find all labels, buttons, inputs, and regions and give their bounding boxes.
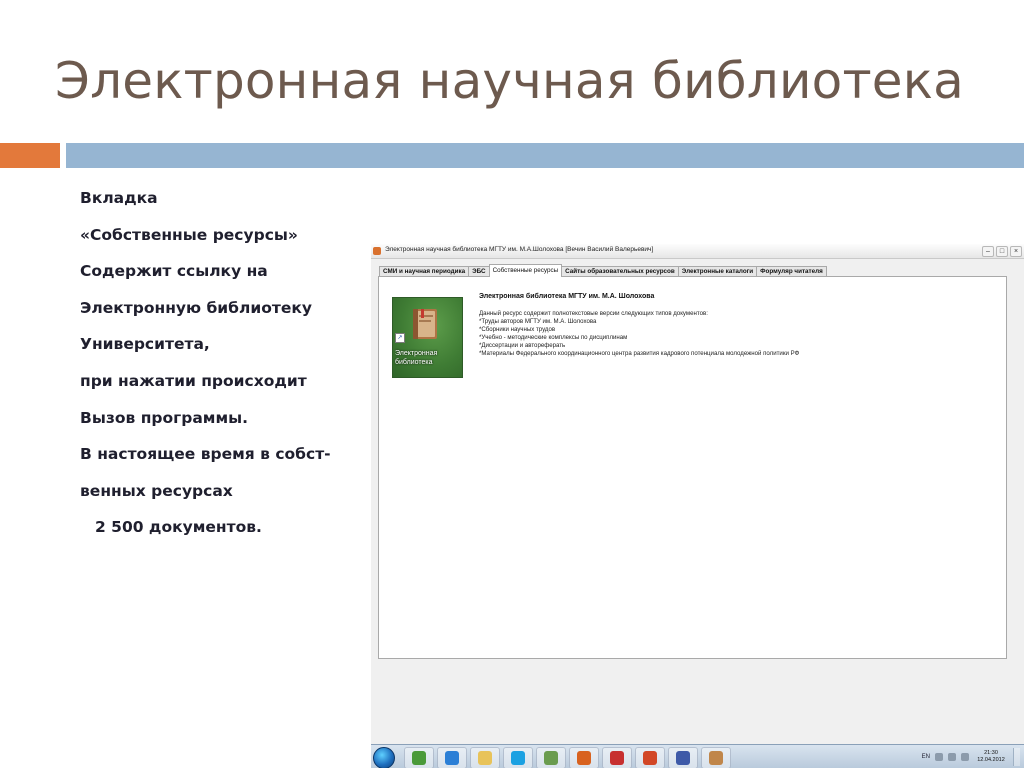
taskbar-buttons: [404, 747, 731, 768]
taskbar: EN 21:30 12.04.2012: [371, 744, 1024, 768]
language-indicator[interactable]: EN: [922, 754, 930, 760]
app-icon: [544, 751, 558, 765]
book-icon: [413, 309, 437, 339]
clock[interactable]: 21:30 12.04.2012: [974, 750, 1008, 764]
description-line: *Труды авторов МГТУ им. М.А. Шолохова: [479, 318, 597, 325]
app-screenshot: Электронная научная библиотека МГТУ им. …: [371, 244, 1024, 768]
description-line: *Материалы Федерального координационного…: [479, 350, 800, 357]
people-icon: [676, 751, 690, 765]
system-tray: EN 21:30 12.04.2012: [922, 748, 1020, 766]
taskbar-button-firefox[interactable]: [569, 747, 599, 768]
slide-text-line: Вкладка: [80, 189, 158, 207]
slide-text-line: Содержит ссылку на: [80, 262, 268, 281]
close-button[interactable]: ×: [1010, 246, 1022, 257]
resource-icon-label: Электронная библиотека: [395, 350, 438, 366]
show-desktop-button[interactable]: [1013, 748, 1020, 766]
tab-panel: ↗ Электронная библиотека Электронная биб…: [378, 276, 1007, 659]
description-line: *Сборники научных трудов: [479, 326, 556, 333]
clock-time: 21:30: [984, 750, 998, 756]
window-titlebar[interactable]: Электронная научная библиотека МГТУ им. …: [371, 244, 1024, 259]
volume-icon[interactable]: [961, 753, 969, 761]
taskbar-button-people[interactable]: [668, 747, 698, 768]
description-line: *Диссертации и автореферать: [479, 342, 566, 349]
slide-text-line: венных ресурсах: [80, 481, 233, 500]
taskbar-button-powerpoint[interactable]: [635, 747, 665, 768]
slide-text-line: Электронную библиотеку: [80, 298, 312, 317]
accent-bar: [0, 143, 60, 168]
library-resource-link[interactable]: ↗ Электронная библиотека: [392, 297, 463, 378]
taskbar-button-ie[interactable]: [437, 747, 467, 768]
library-icon: [709, 751, 723, 765]
taskbar-button-chrome[interactable]: [404, 747, 434, 768]
ie-icon: [445, 751, 459, 765]
slide-text-line: Университета,: [80, 335, 210, 354]
resource-description: Данный ресурс содержит полнотекстовые ве…: [479, 310, 799, 358]
slide-text-line: В настоящее время в собст-: [80, 445, 331, 464]
taskbar-button-folder[interactable]: [470, 747, 500, 768]
slide-body-text: Вкладка «Собственные ресурсы» Содержит с…: [80, 180, 370, 546]
shortcut-arrow-icon: ↗: [395, 333, 405, 343]
taskbar-button-flashcard[interactable]: [602, 747, 632, 768]
slide-text-line: Вызов программы.: [80, 408, 249, 427]
slide-title: Электронная научная библиотека: [55, 52, 964, 110]
slide-text-line: при нажатии происходит: [80, 371, 307, 390]
description-line: Данный ресурс содержит полнотекстовые ве…: [479, 310, 708, 317]
library-app-icon: [373, 247, 381, 255]
network-icon[interactable]: [948, 753, 956, 761]
taskbar-button-skype[interactable]: [503, 747, 533, 768]
header-bar: [66, 143, 1024, 168]
tab-own-resources[interactable]: Собственные ресурсы: [488, 264, 563, 277]
windows-start-icon[interactable]: [373, 747, 395, 768]
resource-heading: Электронная библиотека МГТУ им. М.А. Шол…: [479, 293, 655, 300]
slide-text-line: «Собственные ресурсы»: [80, 225, 298, 244]
flashcard-icon: [610, 751, 624, 765]
firefox-icon: [577, 751, 591, 765]
slide-text-line: 2 500 документов.: [95, 518, 262, 537]
powerpoint-icon: [643, 751, 657, 765]
skype-icon: [511, 751, 525, 765]
taskbar-button-app[interactable]: [536, 747, 566, 768]
flag-icon[interactable]: [935, 753, 943, 761]
folder-icon: [478, 751, 492, 765]
taskbar-button-library[interactable]: [701, 747, 731, 768]
maximize-button[interactable]: □: [996, 246, 1008, 257]
window-title: Электронная научная библиотека МГТУ им. …: [385, 246, 654, 253]
description-line: *Учебно - методические комплексы по дисц…: [479, 334, 628, 341]
minimize-button[interactable]: –: [982, 246, 994, 257]
chrome-icon: [412, 751, 426, 765]
window-controls: – □ ×: [982, 246, 1022, 257]
clock-date: 12.04.2012: [977, 757, 1005, 763]
